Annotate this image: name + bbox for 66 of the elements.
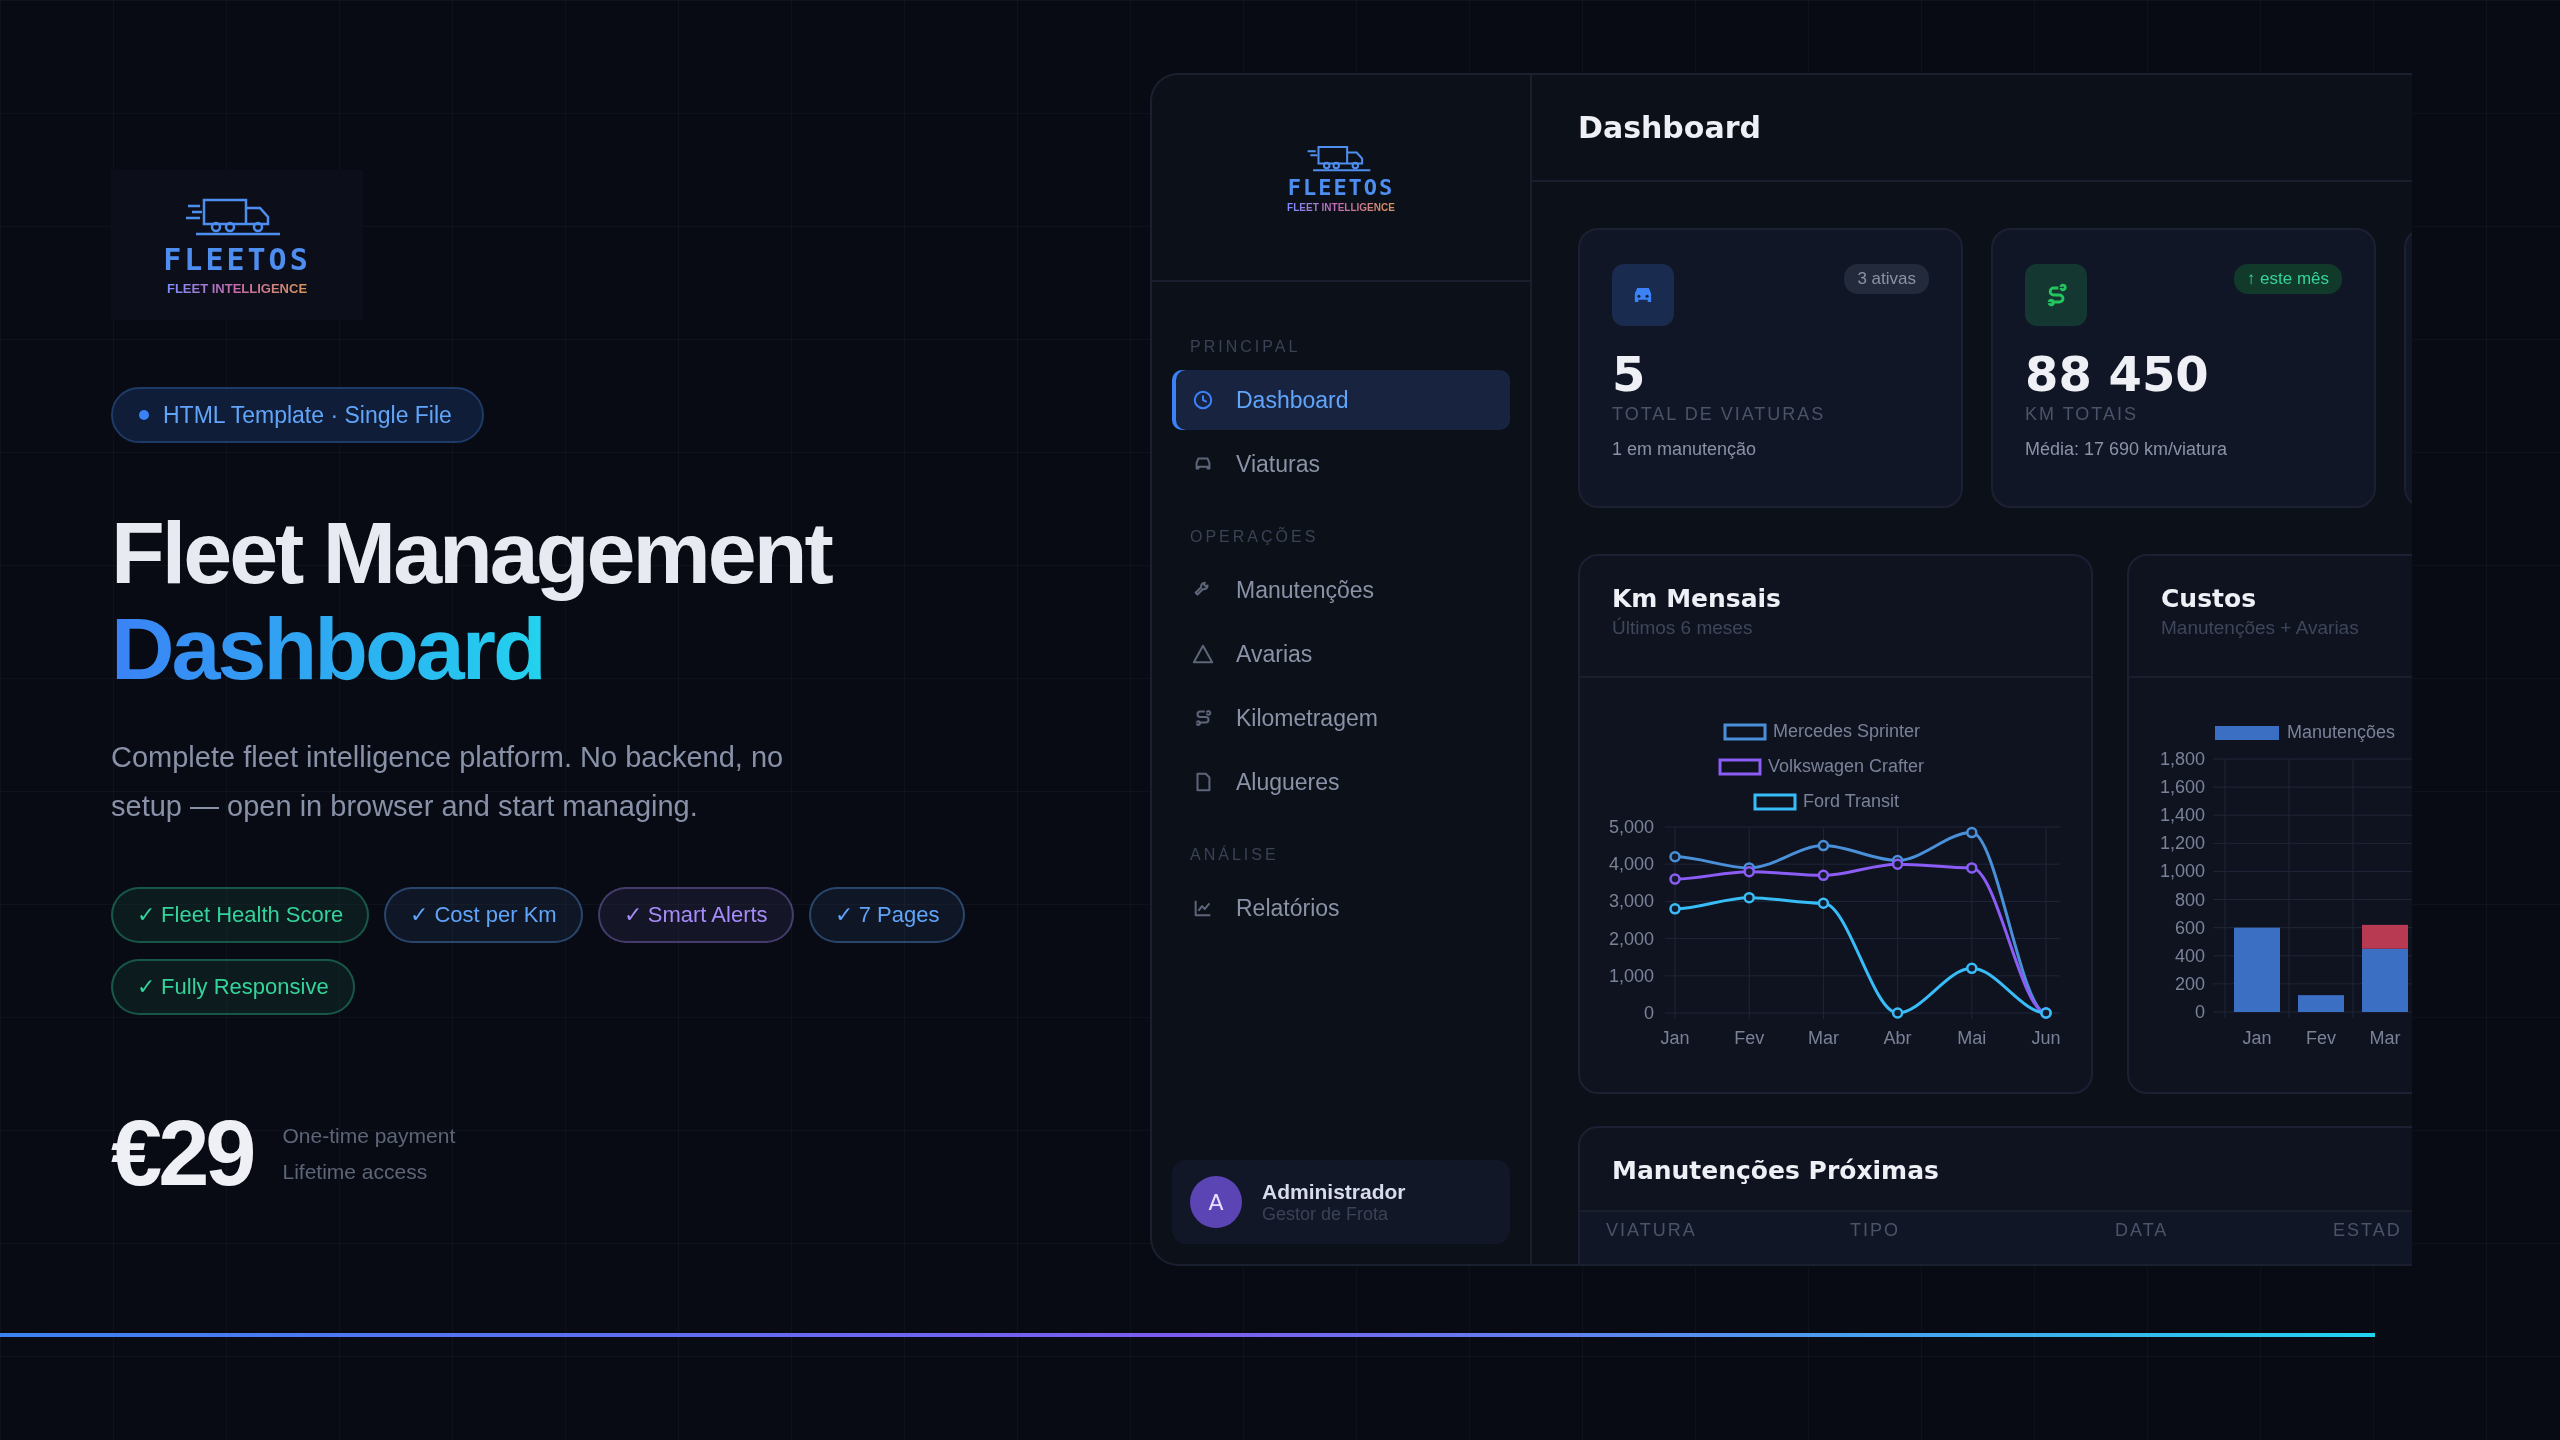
axis-tick-label: 1,000 (2159, 861, 2205, 882)
nav-section-label: ANÁLISE (1190, 846, 1280, 864)
legend-label: Manutenções (2287, 722, 2396, 742)
avatar: A (1190, 1176, 1242, 1228)
column-header: TIPO (1850, 1220, 1901, 1242)
stat-note: Média: 17 690 km/viatura (2025, 439, 2229, 460)
axis-tick-label: 1,400 (2159, 805, 2205, 826)
legend-label: Volkswagen Crafter (1768, 756, 1925, 776)
axis-tick-label: 0 (1644, 1003, 1654, 1023)
chart-subtitle: Manutenções + Avarias (2161, 617, 2360, 639)
axis-tick-label: Mai (1957, 1028, 1987, 1048)
nav-section-label: PRINCIPAL (1190, 338, 1302, 356)
user-name: Administrador (1262, 1179, 1406, 1204)
axis-tick-label: 1,200 (2159, 833, 2205, 854)
axis-tick-label: Jun (2031, 1028, 2061, 1048)
stat-label: KM TOTAIS (2025, 404, 2140, 425)
axis-tick-label: 3,000 (1608, 891, 1654, 912)
axis-tick-label: 1,000 (1608, 965, 1654, 986)
feature-tag: ✓ Fully Responsive (111, 959, 355, 1015)
price: €29 (111, 1101, 253, 1206)
price-note: Lifetime access (282, 1158, 429, 1185)
hero-title: Fleet Management (111, 505, 831, 601)
price-note: One-time payment (282, 1122, 456, 1149)
logo-wordmark: FLEETOS (1287, 174, 1395, 200)
chart-title: Custos (2161, 584, 2258, 613)
axis-tick-label: 600 (2174, 917, 2205, 938)
axis-tick-label: Fev (1734, 1028, 1765, 1048)
column-header: ESTAD (2333, 1220, 2403, 1242)
logo-tagline: FLEET INTELLIGENCE (1287, 201, 1395, 213)
chart-title: Km Mensais (1612, 584, 1782, 613)
axis-tick-label: 200 (2174, 973, 2205, 994)
template-badge: HTML Template · Single File (111, 387, 484, 443)
axis-tick-label: 2,000 (1608, 928, 1654, 949)
axis-tick-label: 1,600 (2159, 777, 2205, 798)
page-title: Dashboard (1578, 110, 1761, 145)
legend-label: Ford Transit (1803, 791, 1900, 811)
feature-tag: ✓ Cost per Km (384, 887, 583, 943)
axis-tick-label: Mar (2369, 1028, 2401, 1048)
logo-tagline: FLEET INTELLIGENCE (166, 281, 308, 296)
column-header: VIATURA (1606, 1220, 1698, 1242)
axis-tick-label: 0 (2195, 1002, 2205, 1022)
axis-tick-label: 400 (2174, 945, 2205, 966)
axis-tick-label: 4,000 (1608, 854, 1654, 875)
legend-label: Mercedes Sprinter (1773, 721, 1921, 741)
stat-badge: 3 ativas (1844, 264, 1929, 294)
axis-tick-label: 5,000 (1608, 817, 1654, 837)
stat-value: 88 450 (2025, 348, 2210, 400)
logo-wordmark: FLEETOS (163, 242, 311, 277)
feature-tag: ✓ Smart Alerts (597, 887, 794, 943)
stat-badge: ↑ este mês (2233, 264, 2342, 294)
axis-tick-label: Abr (1883, 1028, 1912, 1048)
stat-value: 5 (1612, 348, 1647, 400)
column-header: DATA (2115, 1220, 2170, 1242)
hero-description: Complete fleet intelligence platform. No backend, no setup — open in browser and start managing. (111, 740, 785, 824)
axis-tick-label: Jan (1660, 1028, 1690, 1048)
stat-label: TOTAL DE VIATURAS (1612, 404, 1827, 425)
axis-tick-label: 800 (2174, 889, 2205, 910)
chart-subtitle: Últimos 6 meses (1612, 617, 1754, 639)
axis-tick-label: Mar (1807, 1028, 1839, 1048)
nav-section-label: OPERAÇÕES (1190, 528, 1320, 546)
axis-tick-label: Jan (2242, 1028, 2272, 1048)
axis-tick-label: 1,800 (2159, 749, 2205, 769)
feature-tag: ✓ Fleet Health Score (111, 887, 370, 943)
feature-tag: ✓ 7 Pages (808, 887, 966, 943)
stat-note: 1 em manutenção (1612, 439, 1758, 460)
axis-tick-label: Fev (2306, 1028, 2336, 1048)
